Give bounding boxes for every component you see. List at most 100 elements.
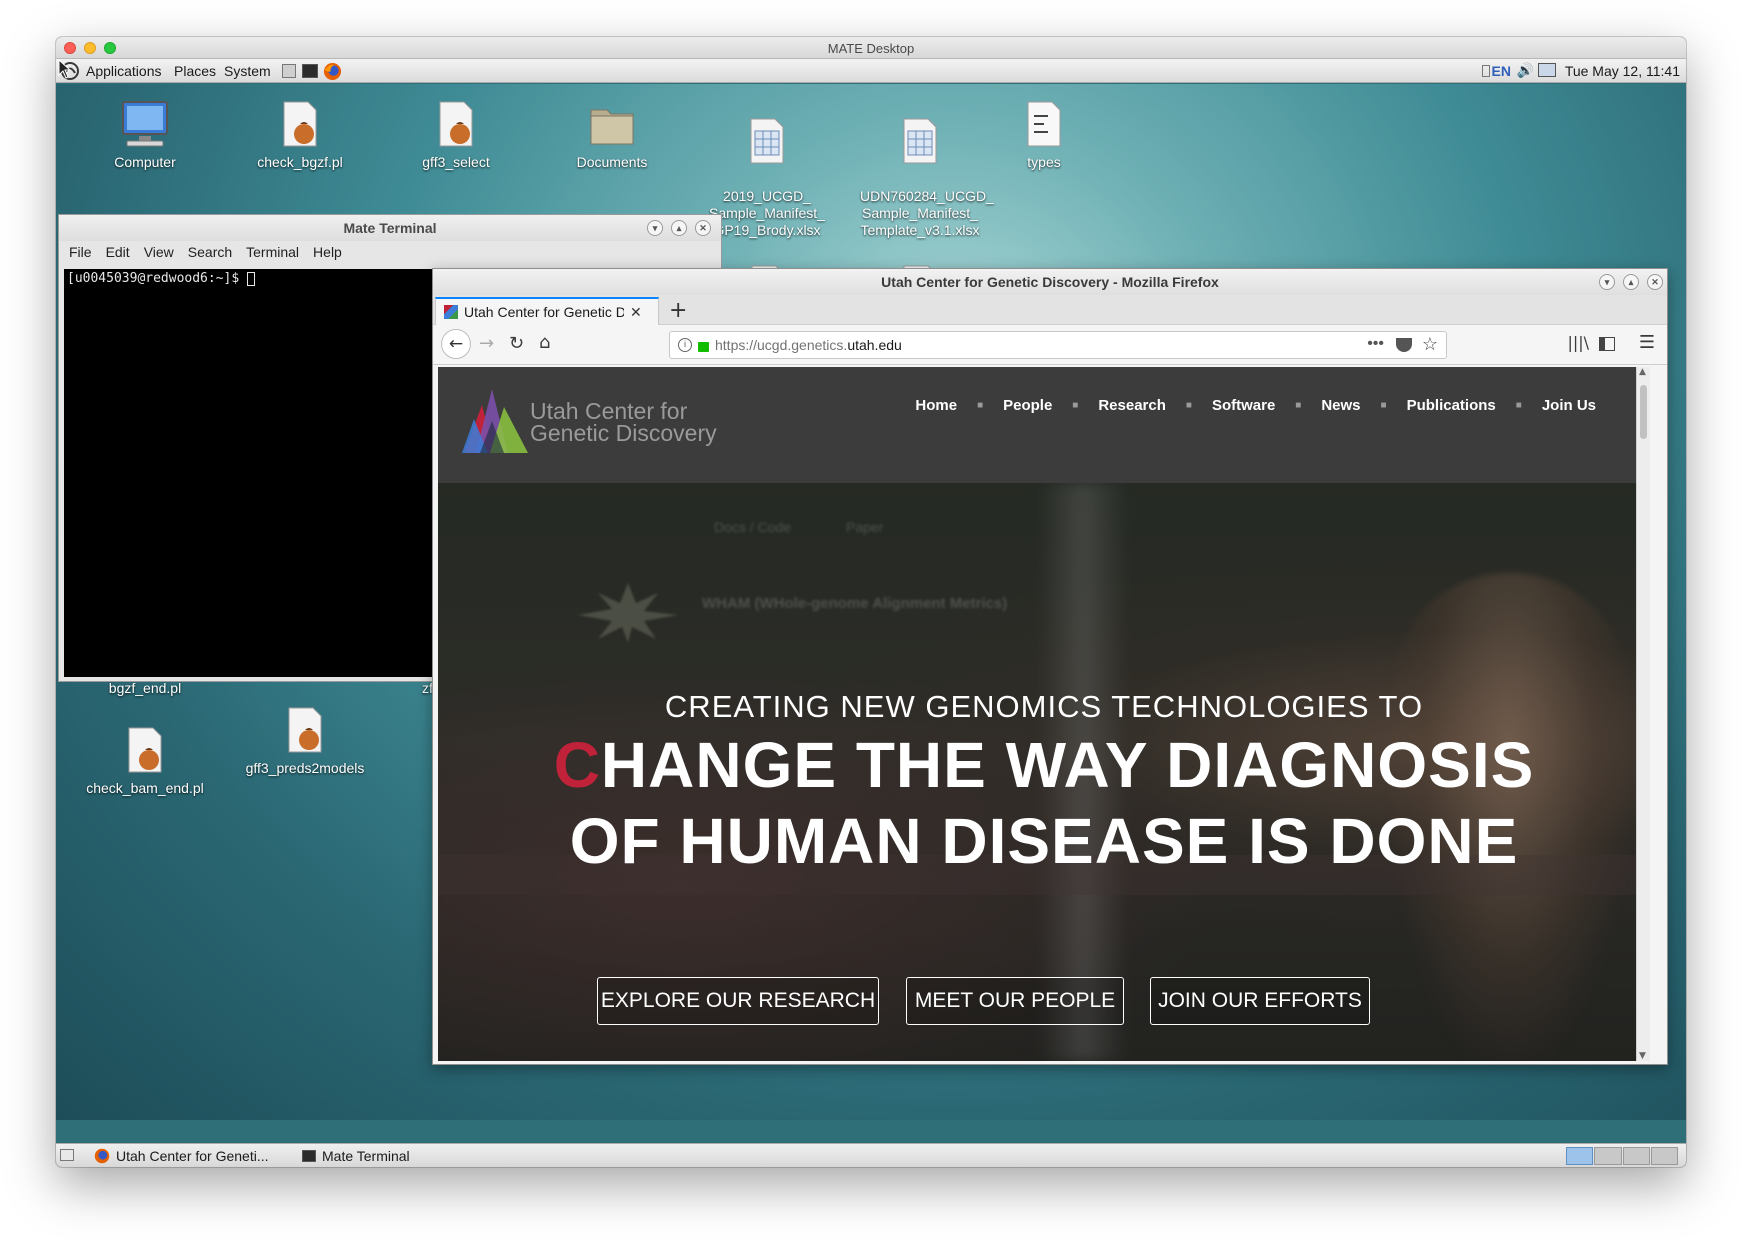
spreadsheet-icon (903, 118, 937, 164)
terminal-launcher-icon[interactable] (302, 64, 318, 78)
reload-icon[interactable]: ↻ (509, 333, 524, 354)
terminal-prompt: [u0045039@redwood6:~]$ (67, 271, 248, 286)
minimize-icon[interactable]: ▾ (1599, 274, 1615, 290)
nav-software[interactable]: Software (1212, 397, 1275, 414)
url-prefix: https://ucgd.genetics. (715, 337, 848, 353)
scroll-down-icon[interactable]: ▼ (1639, 1051, 1646, 1061)
desktop-icon-computer[interactable]: Computer (85, 100, 205, 171)
terminal-menu-terminal[interactable]: Terminal (246, 244, 299, 260)
new-tab-icon[interactable]: + (669, 298, 687, 323)
applications-menu[interactable]: Applications (86, 63, 162, 79)
workspace-4[interactable] (1650, 1147, 1678, 1165)
nav-news[interactable]: News (1321, 397, 1360, 414)
library-icon[interactable]: |||\ (1567, 333, 1589, 352)
page-scrollbar[interactable]: ▲ ▼ (1636, 367, 1650, 1061)
nav-separator: ■ (1185, 400, 1192, 411)
desktop-icon-gff3-preds2models[interactable]: gff3_preds2models (240, 706, 370, 777)
desktop-icon-udn-manifest[interactable]: UDN760284_UCGD_ Sample_Manifest_ Templat… (860, 100, 994, 239)
keyboard-layout-indicator[interactable]: EN (1492, 63, 1511, 79)
explore-research-button[interactable]: EXPLORE OUR RESEARCH (597, 977, 879, 1025)
firefox-icon (94, 1148, 110, 1164)
nav-separator: ■ (1295, 400, 1302, 411)
network-icon[interactable] (1538, 63, 1556, 77)
meet-people-button[interactable]: MEET OUR PEOPLE (906, 977, 1124, 1025)
lock-icon[interactable] (698, 342, 709, 352)
sidebar-icon[interactable] (1599, 337, 1615, 351)
hero-ghost-text: Paper (846, 519, 884, 535)
desktop-icon-gff3-select[interactable]: gff3_select (396, 100, 516, 171)
bookmark-star-icon[interactable]: ☆ (1422, 334, 1438, 355)
folder-icon (590, 109, 634, 145)
site-logo-text[interactable]: Utah Center for Genetic Discovery (530, 400, 717, 446)
tab-strip: Utah Center for Genetic D ✕ + (433, 295, 1667, 325)
hamburger-menu-icon[interactable]: ☰ (1639, 332, 1655, 353)
nav-home[interactable]: Home (915, 397, 957, 414)
maximize-icon[interactable]: ▴ (1623, 274, 1639, 290)
computer-icon (122, 101, 168, 147)
join-efforts-button[interactable]: JOIN OUR EFFORTS (1150, 977, 1370, 1025)
desktop-icon-check-bgzf[interactable]: check_bgzf.pl (240, 100, 360, 171)
terminal-menu-view[interactable]: View (144, 244, 174, 260)
hero-section: Docs / Code Paper WHAM (WHole-genome Ali… (438, 483, 1650, 1061)
desktop-icon-check-bam-end[interactable]: check_bam_end.pl (85, 726, 205, 797)
firefox-titlebar[interactable]: Utah Center for Genetic Discovery - Mozi… (433, 269, 1667, 295)
perl-script-icon (128, 727, 162, 773)
scrollbar-thumb[interactable] (1640, 385, 1647, 439)
page-actions-icon[interactable]: ••• (1367, 335, 1384, 353)
tab-ucgd[interactable]: Utah Center for Genetic D ✕ (435, 297, 659, 325)
nav-publications[interactable]: Publications (1407, 397, 1496, 414)
desktop-icon-types[interactable]: types (984, 100, 1104, 171)
desktop-icon-2019-manifest[interactable]: 2019_UCGD_ Sample_Manifest_ GP19_Brody.x… (707, 100, 827, 239)
nav-people[interactable]: People (1003, 397, 1052, 414)
tray-icon[interactable] (1482, 65, 1490, 77)
home-icon[interactable]: ⌂ (539, 332, 550, 353)
desktop-icon-documents[interactable]: Documents (552, 100, 672, 171)
pocket-icon[interactable] (1396, 338, 1412, 352)
mouse-pointer-icon (58, 59, 72, 79)
workspace-2[interactable] (1594, 1147, 1622, 1165)
firefox-launcher-icon[interactable] (323, 62, 342, 81)
workspace-3[interactable] (1622, 1147, 1650, 1165)
clock[interactable]: Tue May 12, 11:41 (1565, 63, 1680, 79)
workspace-1[interactable] (1566, 1147, 1594, 1165)
nav-research[interactable]: Research (1098, 397, 1166, 414)
taskbar-item-firefox[interactable]: Utah Center for Geneti... (88, 1146, 284, 1166)
ucgd-logo-icon[interactable] (454, 385, 534, 455)
url-domain: utah.edu (847, 337, 902, 353)
file-manager-launcher-icon[interactable] (282, 64, 296, 78)
forward-button-icon[interactable]: → (479, 333, 494, 354)
back-button-icon[interactable]: ← (441, 329, 471, 359)
hero-headline-first-letter: C (553, 729, 601, 801)
workspace-switcher[interactable] (1566, 1147, 1678, 1165)
terminal-icon (302, 1150, 316, 1162)
maximize-icon[interactable]: ▴ (671, 220, 687, 236)
mac-window: MATE Desktop Applications Places System … (56, 37, 1686, 1167)
terminal-titlebar[interactable]: Mate Terminal ▾ ▴ ✕ (59, 215, 721, 241)
tab-title: Utah Center for Genetic D (464, 304, 624, 320)
close-icon[interactable]: ✕ (1647, 274, 1663, 290)
volume-icon[interactable]: 🔊 (1517, 62, 1534, 79)
system-menu[interactable]: System (224, 63, 271, 79)
firefox-window-title: Utah Center for Genetic Discovery - Mozi… (881, 274, 1219, 290)
hero-headline: CHANGE THE WAY DIAGNOSIS OF HUMAN DISEAS… (438, 727, 1650, 879)
desktop-icon-bgzf-end[interactable]: bgzf_end.pl (85, 680, 205, 697)
hero-subtitle: CREATING NEW GENOMICS TECHNOLOGIES TO (664, 689, 1424, 724)
close-icon[interactable]: ✕ (695, 220, 711, 236)
logo-line-2: Genetic Discovery (530, 420, 717, 446)
terminal-menu-file[interactable]: File (69, 244, 92, 260)
url-bar[interactable]: i https://ucgd.genetics.utah.edu ••• ☆ (669, 331, 1447, 359)
terminal-menu-edit[interactable]: Edit (106, 244, 130, 260)
places-menu[interactable]: Places (174, 63, 216, 79)
minimize-icon[interactable]: ▾ (647, 220, 663, 236)
hero-ghost-text: Docs / Code (714, 519, 792, 535)
nav-join-us[interactable]: Join Us (1542, 397, 1596, 414)
taskbar-item-terminal[interactable]: Mate Terminal (296, 1146, 426, 1166)
close-tab-icon[interactable]: ✕ (630, 304, 642, 321)
desktop-icon-label: gff3_select (422, 154, 490, 170)
show-desktop-icon[interactable] (60, 1149, 74, 1161)
info-icon[interactable]: i (678, 338, 692, 352)
terminal-menu-search[interactable]: Search (188, 244, 232, 260)
spreadsheet-icon (750, 118, 784, 164)
scroll-up-icon[interactable]: ▲ (1639, 367, 1646, 377)
terminal-menu-help[interactable]: Help (313, 244, 342, 260)
